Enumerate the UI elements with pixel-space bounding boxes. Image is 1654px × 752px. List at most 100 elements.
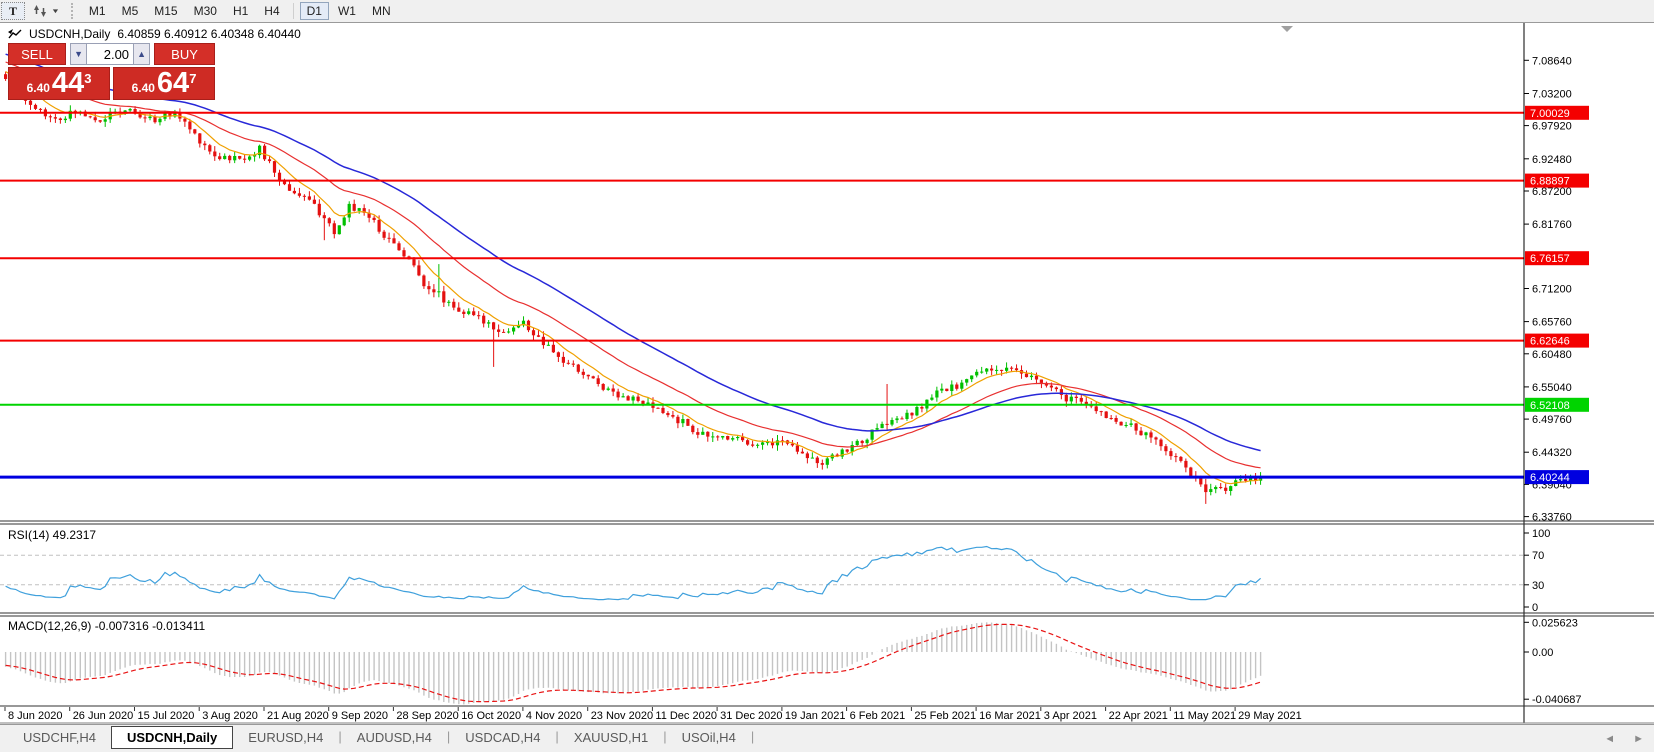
candle-body — [1124, 425, 1128, 426]
candle-body — [417, 265, 421, 276]
candle-body — [576, 364, 580, 372]
tab-usdchf-h4[interactable]: USDCHF,H4 — [8, 726, 111, 749]
candle-body — [327, 218, 331, 224]
buy-price-box[interactable]: 6.40 64 7 — [113, 67, 215, 100]
candle-body — [1005, 367, 1009, 371]
candle-body — [756, 444, 760, 446]
candle-body — [616, 391, 620, 398]
candle-body — [143, 117, 147, 119]
toolbar-grip[interactable] — [70, 3, 76, 19]
candle-body — [775, 440, 780, 446]
price-tick-label: 7.08640 — [1532, 55, 1572, 67]
text-label-tool-button[interactable]: T — [1, 2, 25, 20]
date-label: 29 May 2021 — [1238, 710, 1302, 722]
candle-body — [1010, 367, 1014, 369]
candle-body — [512, 327, 516, 332]
candle-body — [731, 438, 735, 440]
chart-canvas[interactable]: 7.08640 7.03200 6.97920 6.92480 6.87200 6.817… — [0, 0, 1654, 752]
candle-body — [970, 375, 974, 380]
candle-body — [561, 356, 565, 363]
volume-decrease-icon[interactable]: ▼ — [70, 43, 88, 65]
timeframe-m15[interactable]: M15 — [147, 2, 184, 20]
tab-scroll-left-icon[interactable]: ◄ — [1604, 733, 1615, 745]
candle-body — [1134, 423, 1138, 431]
tab-usoil-h4[interactable]: USOil,H4 — [667, 726, 751, 749]
candle-body — [148, 116, 152, 119]
date-label: 16 Mar 2021 — [979, 710, 1041, 722]
candle-body — [935, 390, 939, 398]
price-tick-label: 6.92480 — [1532, 154, 1572, 166]
candle-body — [945, 388, 949, 391]
candle-body — [402, 250, 406, 257]
timeframe-h4[interactable]: H4 — [257, 2, 286, 20]
tab-scroll-buttons: ◄ ► — [1604, 733, 1644, 745]
tab-eurusd-h4[interactable]: EURUSD,H4 — [233, 726, 338, 749]
date-label: 28 Sep 2020 — [396, 710, 458, 722]
sell-button[interactable]: SELL — [8, 43, 67, 65]
tab-audusd-h4[interactable]: AUDUSD,H4 — [342, 726, 447, 749]
candle-body — [487, 322, 491, 324]
date-label: 26 Jun 2020 — [73, 710, 134, 722]
candle-body — [238, 156, 242, 159]
sell-price-box[interactable]: 6.40 44 3 — [8, 67, 110, 100]
candle-body — [825, 458, 829, 465]
candle-body — [502, 331, 506, 333]
timeframe-d1[interactable]: D1 — [299, 2, 329, 20]
candle-body — [277, 172, 282, 181]
candle-body — [1034, 375, 1039, 380]
candle-body — [795, 445, 799, 452]
candle-body — [1029, 375, 1034, 378]
rsi-tick-label: 30 — [1532, 580, 1544, 592]
candle-body — [63, 118, 67, 121]
tab-scroll-right-icon[interactable]: ► — [1633, 733, 1644, 745]
date-label: 15 Jul 2020 — [138, 710, 195, 722]
tab-usdcad-h4[interactable]: USDCAD,H4 — [450, 726, 555, 749]
candle-body — [158, 118, 162, 123]
candle-body — [1204, 484, 1208, 493]
candle-body — [263, 145, 267, 160]
candle-body — [1024, 373, 1029, 378]
candle-body — [885, 423, 889, 425]
timeframe-w1[interactable]: W1 — [331, 2, 363, 20]
candle-body — [1074, 396, 1078, 398]
candle-body — [457, 307, 461, 312]
candle-body — [556, 352, 560, 357]
chart-background[interactable] — [0, 23, 1654, 723]
candle-body — [741, 437, 745, 441]
candle-body — [1104, 411, 1108, 418]
chart-symbol-period: USDCNH,Daily — [29, 27, 111, 41]
buy-button[interactable]: BUY — [154, 43, 215, 65]
candle-body — [392, 238, 396, 244]
date-label: 3 Aug 2020 — [202, 710, 258, 722]
tab-xauusd-h1[interactable]: XAUUSD,H1 — [559, 726, 663, 749]
arrows-tool-button[interactable]: ▼ — [27, 2, 65, 20]
date-label: 22 Apr 2021 — [1109, 710, 1168, 722]
candle-body — [1224, 487, 1228, 491]
candle-body — [910, 412, 914, 416]
timeframe-m5[interactable]: M5 — [115, 2, 146, 20]
price-tick-label: 6.44320 — [1532, 447, 1572, 459]
date-label: 11 Dec 2020 — [655, 710, 717, 722]
candle-body — [810, 457, 814, 459]
timeframe-mn[interactable]: MN — [365, 2, 398, 20]
candle-body — [472, 311, 476, 316]
price-badge-label: 6.76157 — [1530, 253, 1570, 265]
tab-usdcnh-daily[interactable]: USDCNH,Daily — [110, 726, 234, 749]
candle-body — [437, 291, 441, 293]
volume-increase-icon[interactable]: ▲ — [133, 43, 151, 65]
candle-body — [666, 413, 670, 416]
rsi-tick-label: 70 — [1532, 550, 1544, 562]
date-label: 25 Feb 2021 — [914, 710, 976, 722]
candle-body — [312, 199, 316, 204]
timeframe-h1[interactable]: H1 — [226, 2, 255, 20]
candle-body — [153, 116, 157, 123]
candle-body — [1179, 456, 1183, 461]
candle-body — [53, 117, 57, 119]
candle-body — [1054, 387, 1058, 390]
timeframe-m1[interactable]: M1 — [82, 2, 113, 20]
candle-body — [1214, 487, 1218, 490]
timeframe-m30[interactable]: M30 — [187, 2, 224, 20]
candle-body — [188, 121, 192, 130]
price-badge-label: 6.52108 — [1530, 400, 1570, 412]
volume-input[interactable] — [87, 43, 134, 65]
